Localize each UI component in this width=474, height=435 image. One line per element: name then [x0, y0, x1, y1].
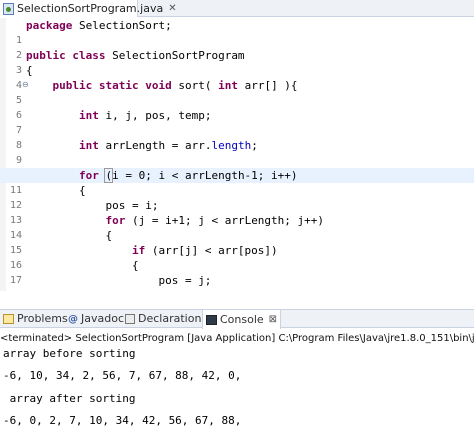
- console-line: array before sorting: [3, 347, 136, 360]
- code-text: pos = j;: [158, 274, 212, 287]
- tab-declaration[interactable]: Declaration: [125, 310, 201, 328]
- code-editor[interactable]: 1 package SelectionSort; 2 3 public clas…: [0, 18, 474, 291]
- editor-tab-bar: SelectionSortProgram.java ✕: [0, 0, 474, 17]
- code-text: (arr[j] < arr[pos]): [145, 244, 278, 257]
- tab-console[interactable]: Console ⊠: [202, 310, 282, 329]
- keyword: public class: [26, 49, 106, 62]
- tab-label: Problems: [17, 312, 68, 325]
- tab-javadoc[interactable]: @ Javadoc: [68, 310, 124, 328]
- javadoc-icon: @: [68, 313, 78, 325]
- code-text: {: [105, 229, 113, 242]
- console-line: -6, 0, 2, 7, 10, 34, 42, 56, 67, 88,: [3, 414, 242, 427]
- code-line[interactable]: 13 pos = i;: [0, 198, 474, 226]
- code-line[interactable]: 17 {: [0, 258, 474, 286]
- code-text: sort(: [171, 79, 219, 92]
- code-text: SelectionSort;: [72, 19, 172, 32]
- code-line[interactable]: 4 {: [0, 63, 474, 91]
- code-text: SelectionSortProgram: [105, 49, 245, 62]
- keyword: for: [78, 169, 99, 182]
- code-text: i, j, pos, temp;: [98, 109, 212, 122]
- field-name: length: [211, 139, 252, 152]
- code-line[interactable]: 1 package SelectionSort;: [0, 18, 474, 46]
- java-file-icon: [3, 2, 14, 15]
- code-line[interactable]: 2: [0, 33, 474, 61]
- code-line[interactable]: 7 int i, j, pos, temp;: [0, 108, 474, 136]
- close-icon[interactable]: ✕: [168, 3, 176, 14]
- code-line-current[interactable]: 11 for (i = 0; i < arrLength-1; i++): [0, 168, 474, 196]
- code-line[interactable]: 14 for (j = i+1; j < arrLength; j++): [0, 213, 474, 241]
- code-line[interactable]: 9 int arrLength = arr.length;: [0, 138, 474, 166]
- keyword: public static void: [52, 79, 172, 92]
- console-icon: [206, 314, 217, 325]
- code-text: {: [78, 184, 86, 197]
- keyword: int: [218, 79, 238, 92]
- close-icon[interactable]: ⊠: [269, 311, 277, 329]
- tab-label: Declaration: [138, 312, 202, 325]
- console-tab-bar: Problems @ Javadoc Declaration Console ⊠: [0, 309, 474, 329]
- keyword: int: [78, 139, 99, 152]
- tab-problems[interactable]: Problems: [3, 310, 68, 328]
- code-text: {: [26, 64, 33, 77]
- code-line[interactable]: 3 public class SelectionSortProgram: [0, 48, 474, 76]
- code-line[interactable]: 15 {: [0, 228, 474, 256]
- keyword: package: [26, 19, 73, 32]
- code-text: arrLength = arr.: [98, 139, 212, 152]
- console-line: array after sorting: [3, 392, 136, 405]
- code-text: (j = i+1; j < arrLength; j++): [125, 214, 325, 227]
- keyword: int: [78, 109, 99, 122]
- editor-tab-selectionsortprogram[interactable]: SelectionSortProgram.java ✕: [0, 0, 177, 17]
- console-output[interactable]: array before sorting -6, 10, 34, 2, 56, …: [0, 347, 474, 435]
- declaration-icon: [125, 314, 135, 324]
- code-line[interactable]: 6: [0, 93, 474, 121]
- code-line[interactable]: 12 {: [0, 183, 474, 211]
- code-text: {: [131, 259, 139, 272]
- keyword: for: [105, 214, 126, 227]
- code-line[interactable]: 5 ⊖ public static void sort( int arr[] )…: [0, 78, 474, 106]
- problems-icon: [3, 314, 14, 324]
- line-number: 18: [4, 288, 22, 291]
- code-line[interactable]: 10: [0, 153, 474, 181]
- editor-tab-label: SelectionSortProgram.java: [17, 2, 164, 15]
- code-line[interactable]: 16 if (arr[j] < arr[pos]): [0, 243, 474, 271]
- keyword: if: [131, 244, 146, 257]
- code-line[interactable]: 18 pos = j;: [0, 273, 474, 291]
- code-text: ;: [251, 139, 258, 152]
- console-line: -6, 10, 34, 2, 56, 7, 67, 88, 42, 0,: [3, 369, 242, 382]
- tab-label: Console: [220, 312, 264, 326]
- code-text: arr[] ){: [237, 79, 298, 92]
- code-text: pos = i;: [105, 199, 159, 212]
- code-text: i = 0; i < arrLength-1; i++): [112, 169, 298, 182]
- code-line[interactable]: 8: [0, 123, 474, 151]
- tab-label: Javadoc: [81, 312, 124, 325]
- console-status: <terminated> SelectionSortProgram [Java …: [0, 330, 474, 347]
